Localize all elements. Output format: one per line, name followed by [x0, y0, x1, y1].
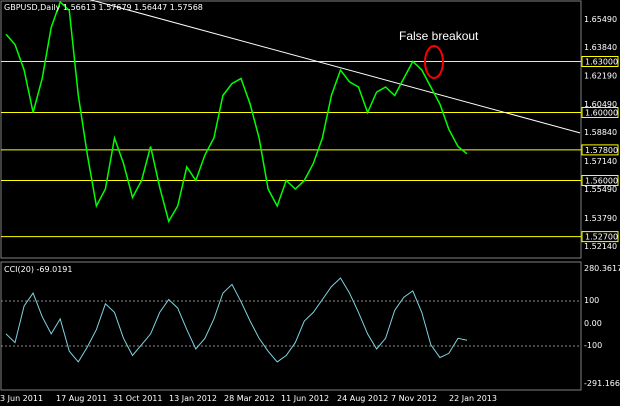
time-tick-1: 17 Aug 2011 — [56, 394, 107, 403]
level-badge-label-4: 1.52700 — [585, 233, 618, 242]
time-tick-2: 31 Oct 2011 — [113, 394, 162, 403]
price-tick-6: 1.55490 — [584, 185, 617, 194]
level-badge-label-3: 1.56000 — [585, 177, 618, 186]
cci-0-label: 0.00 — [584, 319, 602, 328]
price-tick-5: 1.57140 — [584, 157, 617, 166]
price-tick-4: 1.58840 — [584, 128, 617, 137]
time-tick-3: 13 Jan 2012 — [169, 394, 217, 403]
price-series — [5, 0, 468, 224]
price-tick-1: 1.63840 — [584, 43, 617, 52]
time-tick-8: 22 Jan 2013 — [449, 394, 497, 403]
time-axis: 3 Jun 2011 17 Aug 2011 31 Oct 2011 13 Jan 2… — [0, 394, 497, 403]
price-axis: 1.654901.638401.621901.604901.588401.571… — [581, 15, 619, 251]
level-badge-label-2: 1.57800 — [585, 146, 618, 155]
level-badge-label-1: 1.60000 — [585, 109, 618, 118]
cci-max-label: 280.3617 — [584, 264, 620, 273]
cci-minus-100-label: -100 — [584, 341, 602, 350]
price-tick-8: 1.52140 — [584, 242, 617, 251]
cci-min-label: -291.1664 — [584, 379, 620, 388]
time-tick-4: 28 Mar 2012 — [224, 394, 275, 403]
cci-series — [5, 277, 468, 363]
cci-panel — [0, 261, 582, 391]
price-tick-7: 1.53790 — [584, 214, 617, 223]
chart-canvas: False breakout GBPUSD,Daily 1.56613 1.57… — [0, 0, 620, 403]
cci-label: CCI(20) -69.0191 — [4, 265, 72, 274]
false-breakout-label: False breakout — [399, 29, 479, 43]
level-badge-label-0: 1.63000 — [585, 58, 618, 67]
time-tick-7: 7 Nov 2012 — [391, 394, 437, 403]
price-panel — [0, 0, 582, 259]
price-tick-0: 1.65490 — [584, 15, 617, 24]
chart-header-title: GBPUSD,Daily 1.56613 1.57679 1.56447 1.5… — [4, 3, 203, 12]
cci-100-label: 100 — [584, 296, 599, 305]
time-tick-0: 3 Jun 2011 — [0, 394, 43, 403]
horizontal-levels — [1, 61, 581, 238]
time-tick-5: 11 Jun 2012 — [281, 394, 329, 403]
price-tick-2: 1.62190 — [584, 71, 617, 80]
time-tick-6: 24 Aug 2012 — [337, 394, 388, 403]
